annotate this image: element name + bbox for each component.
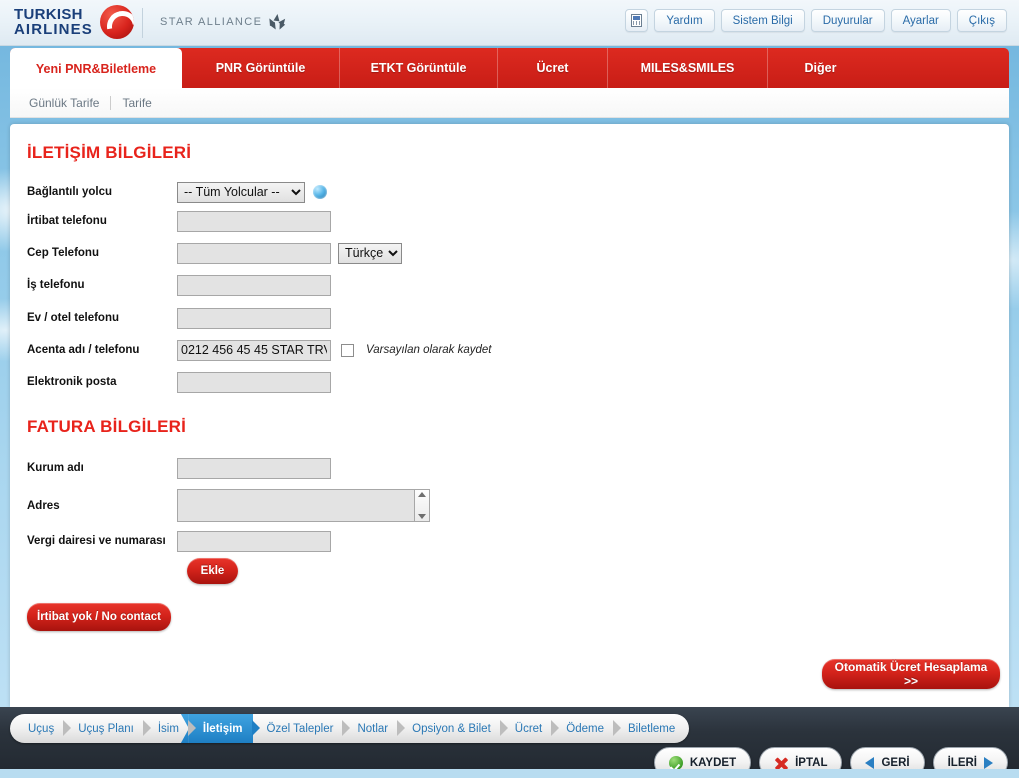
field-row-work-phone: İş telefonu	[27, 274, 331, 296]
step-biletleme[interactable]: Biletleme	[614, 714, 685, 743]
calculator-icon	[631, 14, 643, 27]
cancel-button-label: İPTAL	[795, 756, 828, 769]
passenger-label: Bağlantılı yolcu	[27, 186, 112, 198]
address-textarea-wrapper	[177, 489, 430, 522]
field-row-email: Elektronik posta	[27, 371, 331, 393]
content-panel: İLETİŞİM BİLGİLERİ Bağlantılı yolcu -- T…	[10, 124, 1009, 707]
help-globe-icon[interactable]	[313, 185, 327, 199]
passenger-select[interactable]: -- Tüm Yolcular --	[177, 181, 305, 203]
scroll-down-icon[interactable]	[418, 514, 426, 519]
step-odeme[interactable]: Ödeme	[552, 714, 621, 743]
calculator-icon-button[interactable]	[625, 9, 649, 32]
no-contact-button[interactable]: İrtibat yok / No contact	[27, 603, 171, 631]
tab-ucret[interactable]: Ücret	[498, 48, 608, 88]
tab-pnr-goruntule[interactable]: PNR Görüntüle	[182, 48, 340, 88]
agency-label: Acenta adı / telefonu	[27, 344, 140, 356]
email-label: Elektronik posta	[27, 376, 117, 388]
field-row-passenger: Bağlantılı yolcu -- Tüm Yolcular --	[27, 181, 327, 203]
tax-input[interactable]	[177, 530, 331, 552]
bottom-sky-strip	[0, 769, 1019, 778]
auto-fare-calculation-button[interactable]: Otomatik Ücret Hesaplama >>	[822, 659, 1000, 689]
contact-section-title: İLETİŞİM BİLGİLERİ	[27, 143, 192, 162]
mobile-phone-input[interactable]	[177, 242, 331, 264]
star-alliance-logo: STAR ALLIANCE	[160, 13, 288, 32]
save-as-default-checkbox[interactable]	[341, 343, 354, 357]
scroll-up-icon[interactable]	[418, 492, 426, 497]
turkish-airlines-bird-icon	[99, 5, 134, 39]
field-row-address: Adres	[27, 488, 430, 523]
address-textarea[interactable]	[177, 489, 415, 522]
company-label: Kurum adı	[27, 462, 84, 474]
step-iletisim[interactable]: İletişim	[188, 714, 260, 743]
step-opsiyon-bilet[interactable]: Opsiyon & Bilet	[398, 714, 508, 743]
add-invoice-button[interactable]: Ekle	[187, 558, 238, 584]
field-row-agency: Acenta adı / telefonu Varsayılan olarak …	[27, 339, 492, 361]
arrow-left-icon	[865, 756, 875, 769]
contact-phone-label: İrtibat telefonu	[27, 215, 107, 227]
work-phone-input[interactable]	[177, 274, 331, 296]
sub-navigation: Günlük Tarife Tarife	[10, 88, 1009, 118]
field-row-tax: Vergi dairesi ve numarası	[27, 530, 331, 552]
mobile-phone-label: Cep Telefonu	[27, 247, 99, 259]
step-ucus-plani[interactable]: Uçuş Planı	[64, 714, 151, 743]
logo-line-2: AIRLINES	[14, 21, 93, 38]
work-phone-label: İş telefonu	[27, 279, 85, 291]
tab-yeni-pnr-biletleme[interactable]: Yeni PNR&Biletleme	[10, 48, 182, 89]
logout-button[interactable]: Çıkış	[956, 9, 1007, 32]
tax-label: Vergi dairesi ve numarası	[27, 535, 166, 547]
field-row-company: Kurum adı	[27, 457, 331, 479]
field-row-contact-phone: İrtibat telefonu	[27, 210, 331, 232]
back-button-label: GERİ	[881, 756, 910, 769]
field-row-mobile-phone: Cep Telefonu Türkçe	[27, 242, 402, 264]
address-label: Adres	[27, 499, 60, 512]
star-alliance-label: STAR ALLIANCE	[160, 16, 263, 28]
step-ucret[interactable]: Ücret	[501, 714, 560, 743]
step-ozel-talepler[interactable]: Özel Talepler	[253, 714, 351, 743]
field-row-home-hotel-phone: Ev / otel telefonu	[27, 307, 331, 329]
subnav-item-gunluk-tarife[interactable]: Günlük Tarife	[29, 96, 99, 110]
header-divider	[142, 8, 143, 38]
red-x-icon	[774, 756, 788, 770]
app-header: TURKISH AIRLINES STAR ALLIANCE Yardım Si…	[0, 0, 1019, 46]
agency-input[interactable]	[177, 339, 331, 361]
subnav-divider	[110, 95, 112, 110]
tab-miles-smiles[interactable]: MILES&SMILES	[608, 48, 768, 88]
logo-line-1: TURKISH	[14, 6, 83, 23]
next-button-label: İLERİ	[947, 756, 977, 769]
company-input[interactable]	[177, 457, 331, 479]
tab-etkt-goruntule[interactable]: ETKT Görüntüle	[340, 48, 498, 88]
subnav-item-tarife[interactable]: Tarife	[122, 96, 151, 110]
main-tab-bar: Yeni PNR&Biletleme PNR Görüntüle ETKT Gö…	[10, 48, 1009, 89]
help-button[interactable]: Yardım	[654, 9, 715, 32]
announcements-button[interactable]: Duyurular	[810, 9, 885, 32]
app-footer: Uçuş Uçuş Planı İsim İletişim Özel Talep…	[0, 707, 1019, 778]
green-check-icon	[668, 755, 683, 770]
header-button-group: Yardım Sistem Bilgi Duyurular Ayarlar Çı…	[625, 9, 1007, 32]
system-info-button[interactable]: Sistem Bilgi	[720, 9, 805, 32]
address-scrollbar[interactable]	[415, 489, 430, 522]
language-select[interactable]: Türkçe	[338, 242, 402, 264]
contact-phone-input[interactable]	[177, 210, 331, 232]
email-input[interactable]	[177, 371, 331, 393]
save-button-label: KAYDET	[689, 756, 737, 769]
home-hotel-phone-input[interactable]	[177, 307, 331, 329]
invoice-section-title: FATURA BİLGİLERİ	[27, 417, 187, 436]
step-breadcrumb: Uçuş Uçuş Planı İsim İletişim Özel Talep…	[10, 714, 690, 743]
arrow-right-icon	[984, 756, 993, 769]
step-ucus[interactable]: Uçuş	[14, 714, 72, 743]
turkish-airlines-logo: TURKISH AIRLINES	[14, 5, 134, 39]
save-as-default-label: Varsayılan olarak kaydet	[366, 344, 492, 356]
home-hotel-phone-label: Ev / otel telefonu	[27, 312, 120, 324]
star-alliance-star-icon	[267, 13, 288, 32]
step-notlar[interactable]: Notlar	[343, 714, 405, 743]
tab-diger[interactable]: Diğer	[768, 48, 873, 88]
settings-button[interactable]: Ayarlar	[890, 9, 951, 32]
